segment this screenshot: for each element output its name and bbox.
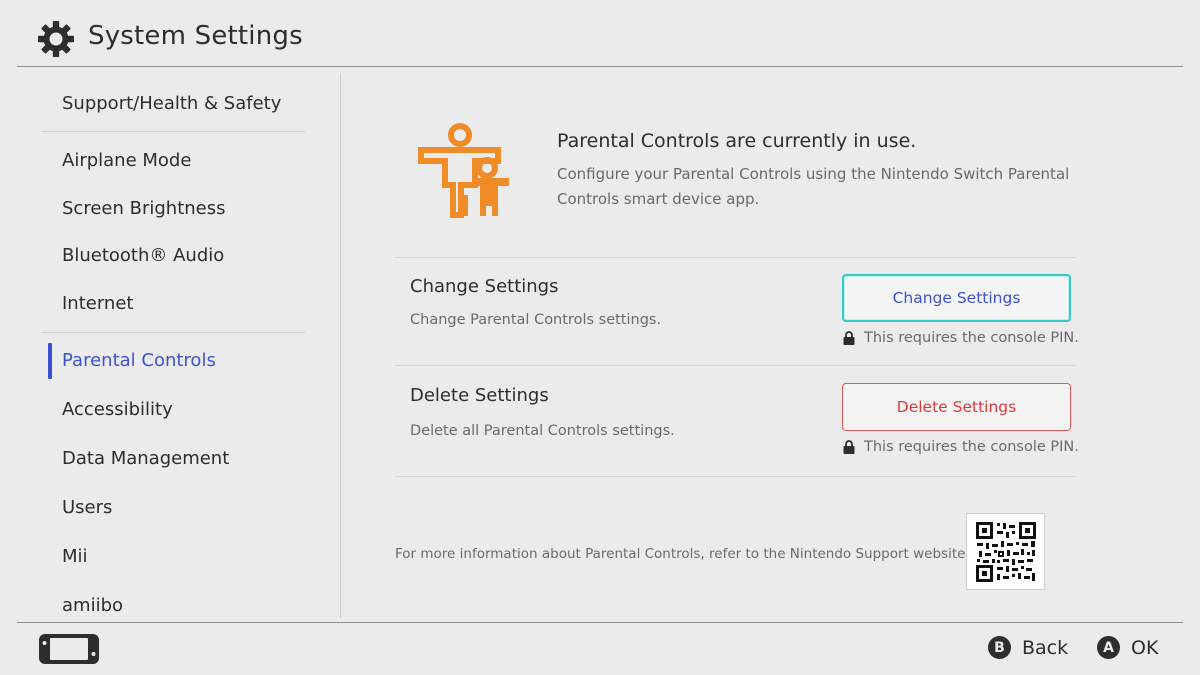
header: System Settings bbox=[0, 0, 1200, 66]
change-pin-note: This requires the console PIN. bbox=[843, 330, 1079, 346]
delete-pin-note-text: This requires the console PIN. bbox=[864, 439, 1079, 455]
change-pin-note-text: This requires the console PIN. bbox=[864, 330, 1079, 346]
sidebar-item-amiibo[interactable]: amiibo bbox=[62, 595, 123, 616]
delete-settings-button[interactable]: Delete Settings bbox=[842, 383, 1071, 431]
back-button[interactable]: B Back bbox=[988, 636, 1068, 659]
a-button-icon: A bbox=[1097, 636, 1120, 659]
footer-divider bbox=[17, 622, 1183, 623]
sidebar: Support/Health & Safety Airplane Mode Sc… bbox=[0, 67, 341, 622]
sidebar-item-data-management[interactable]: Data Management bbox=[62, 448, 229, 469]
console-icon bbox=[39, 634, 99, 664]
section-divider bbox=[395, 476, 1076, 477]
support-info-text: For more information about Parental Cont… bbox=[395, 546, 970, 562]
delete-settings-description: Delete all Parental Controls settings. bbox=[410, 423, 675, 439]
sidebar-item-internet[interactable]: Internet bbox=[62, 293, 133, 314]
qr-code-icon bbox=[976, 522, 1036, 582]
qr-code[interactable] bbox=[966, 513, 1045, 590]
delete-pin-note: This requires the console PIN. bbox=[843, 439, 1079, 455]
parental-status-title: Parental Controls are currently in use. bbox=[557, 130, 917, 152]
section-divider bbox=[395, 365, 1076, 366]
ok-label: OK bbox=[1131, 636, 1159, 659]
gear-icon bbox=[38, 21, 74, 57]
parental-controls-icon bbox=[418, 123, 509, 218]
sidebar-item-users[interactable]: Users bbox=[62, 497, 112, 518]
sidebar-item-accessibility[interactable]: Accessibility bbox=[62, 399, 173, 420]
sidebar-item-bluetooth-audio[interactable]: Bluetooth® Audio bbox=[62, 245, 224, 266]
change-settings-button[interactable]: Change Settings bbox=[842, 274, 1071, 322]
delete-settings-title: Delete Settings bbox=[410, 385, 549, 406]
sidebar-active-indicator bbox=[48, 343, 52, 379]
lock-icon bbox=[843, 331, 855, 345]
back-label: Back bbox=[1022, 636, 1069, 659]
sidebar-item-support-health-safety[interactable]: Support/Health & Safety bbox=[62, 93, 281, 114]
change-settings-description: Change Parental Controls settings. bbox=[410, 312, 662, 328]
sidebar-item-airplane-mode[interactable]: Airplane Mode bbox=[62, 150, 191, 171]
section-divider bbox=[395, 257, 1076, 258]
page-title: System Settings bbox=[88, 21, 303, 51]
sidebar-item-mii[interactable]: Mii bbox=[62, 546, 88, 567]
parental-status-description: Configure your Parental Controls using t… bbox=[557, 165, 1070, 208]
sidebar-item-parental-controls[interactable]: Parental Controls bbox=[62, 350, 216, 371]
lock-icon bbox=[843, 440, 855, 454]
main-panel: Parental Controls are currently in use. … bbox=[341, 67, 1200, 622]
sidebar-item-screen-brightness[interactable]: Screen Brightness bbox=[62, 198, 226, 219]
ok-button[interactable]: A OK bbox=[1097, 636, 1158, 659]
b-button-icon: B bbox=[988, 636, 1011, 659]
change-settings-title: Change Settings bbox=[410, 276, 559, 297]
sidebar-divider bbox=[41, 332, 305, 333]
sidebar-divider bbox=[41, 131, 305, 132]
